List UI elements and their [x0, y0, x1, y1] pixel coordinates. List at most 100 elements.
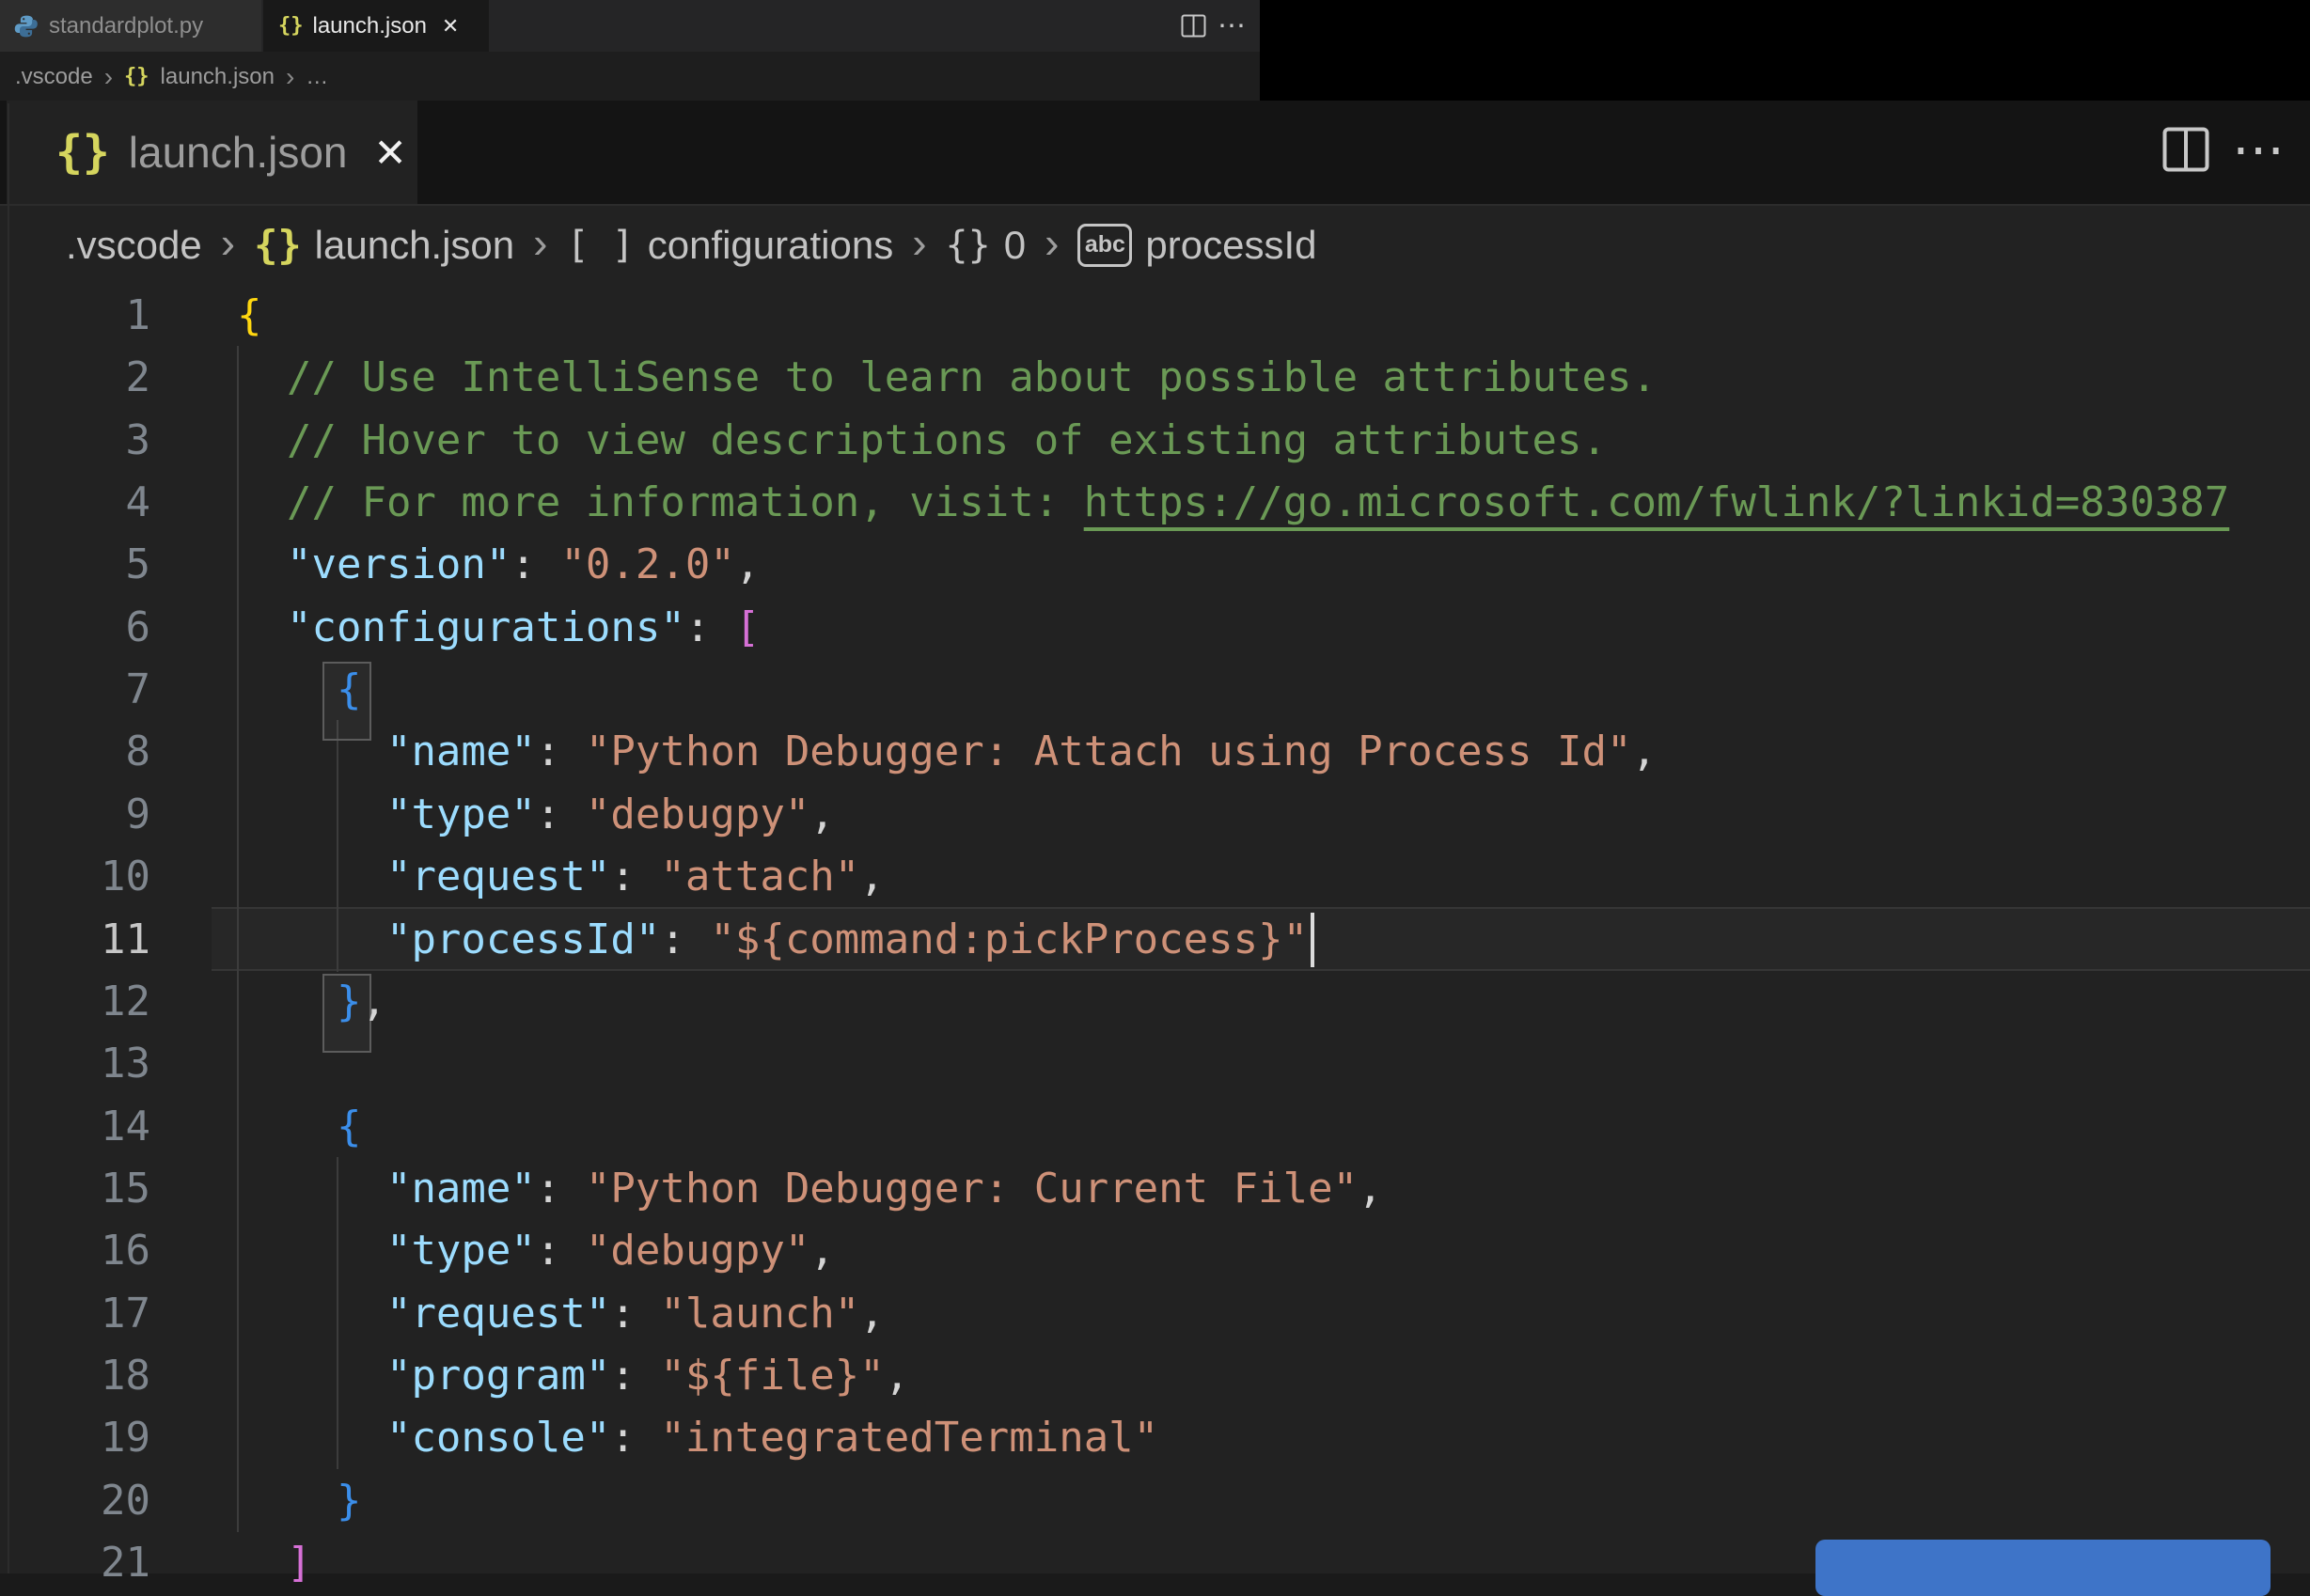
breadcrumb-small: .vscode › {} launch.json › …: [0, 52, 1260, 102]
tab-label: launch.json: [312, 12, 427, 39]
vscode-window: standardplot.py {} launch.json ✕ ⋯ .vsco…: [0, 0, 2310, 1596]
close-tab-icon[interactable]: ✕: [374, 130, 407, 176]
editor-actions-large: ⋯: [2162, 123, 2288, 176]
line-number: 17: [101, 1289, 150, 1338]
line-number: 15: [101, 1164, 150, 1213]
line-number: 6: [125, 602, 151, 651]
big-tab-bar: {} launch.json ✕ ⋯: [0, 101, 2310, 206]
breadcrumb-file[interactable]: launch.json: [161, 64, 275, 90]
tab-standardplot-py[interactable]: standardplot.py: [0, 0, 262, 52]
tab-launch-json-large[interactable]: {} launch.json ✕: [7, 101, 417, 204]
line-content: // Hover to view descriptions of existin…: [286, 415, 1607, 464]
code-line-20: 20 }: [0, 1469, 2310, 1532]
chevron-right-icon: ›: [220, 217, 236, 267]
breadcrumb-item-0[interactable]: {} 0: [946, 223, 1027, 268]
close-tab-icon[interactable]: ✕: [442, 14, 459, 39]
array-symbol-icon: [ ]: [566, 223, 635, 267]
chevron-right-icon: ›: [533, 217, 548, 267]
code-line-12: 12 },: [0, 970, 2310, 1033]
chevron-right-icon: ›: [103, 61, 114, 91]
line-number: 1: [125, 291, 151, 339]
braces-symbol-icon: {}: [945, 223, 991, 267]
line-content: // Use IntelliSense to learn about possi…: [286, 353, 1657, 402]
line-number: 10: [101, 853, 150, 901]
line-number: 9: [125, 790, 151, 838]
breadcrumb-label: processId: [1145, 222, 1317, 267]
line-number: 11: [101, 915, 150, 963]
black-unrendered-region: [1260, 0, 2310, 102]
python-icon: [13, 13, 39, 39]
code-line-17: 17 "request": "launch",: [0, 1282, 2310, 1345]
json-braces-icon: {}: [55, 126, 110, 179]
breadcrumb-label: launch.json: [314, 222, 515, 267]
line-content: "name": "Python Debugger: Attach using P…: [385, 728, 1657, 776]
small-tab-bar: standardplot.py {} launch.json ✕ ⋯: [0, 0, 1260, 52]
breadcrumb-item-processid[interactable]: abc processId: [1077, 222, 1317, 268]
line-number: 4: [125, 478, 151, 527]
code-line-9: 9 "type": "debugpy",: [0, 783, 2310, 846]
code-line-5: 5 "version": "0.2.0",: [0, 533, 2310, 596]
line-number: 21: [101, 1539, 150, 1587]
code-line-4: 4 // For more information, visit: https:…: [0, 471, 2310, 534]
line-content: "console": "integratedTerminal": [385, 1414, 1159, 1463]
line-number: 19: [101, 1414, 150, 1463]
more-actions-icon[interactable]: ⋯: [1218, 11, 1248, 40]
line-number: 3: [125, 415, 151, 464]
breadcrumb-item-vscode[interactable]: .vscode: [66, 223, 202, 268]
line-content: {: [336, 665, 362, 714]
code-line-18: 18 "program": "${file}",: [0, 1344, 2310, 1407]
line-content: "name": "Python Debugger: Current File",: [385, 1164, 1383, 1213]
line-content: "version": "0.2.0",: [286, 540, 761, 589]
breadcrumb-item-launchjson[interactable]: {} launch.json: [254, 222, 514, 268]
line-number: 5: [125, 540, 151, 589]
split-editor-icon[interactable]: [2162, 127, 2209, 172]
breadcrumb-large: .vscode › {} launch.json › [ ] configurations ›…: [0, 206, 2310, 284]
line-number: 14: [101, 1102, 150, 1150]
breadcrumb-label: .vscode: [66, 222, 202, 267]
tab-label: standardplot.py: [49, 12, 204, 39]
code-line-16: 16 "type": "debugpy",: [0, 1219, 2310, 1282]
line-content: "configurations": [: [286, 602, 761, 651]
line-content: // For more information, visit: https://…: [286, 478, 2230, 527]
json-braces-icon: {}: [124, 65, 149, 88]
breadcrumb-folder[interactable]: .vscode: [15, 64, 93, 90]
tab-label: launch.json: [128, 128, 348, 177]
code-line-3: 3 // Hover to view descriptions of exist…: [0, 409, 2310, 472]
line-number: 8: [125, 728, 151, 776]
chevron-right-icon: ›: [285, 61, 295, 91]
code-line-1: 1{: [0, 284, 2310, 347]
breadcrumb-label: configurations: [647, 222, 894, 267]
line-content: "request": "attach",: [385, 853, 885, 901]
breadcrumb-collapsed[interactable]: …: [306, 64, 328, 90]
code-line-7: 7 {: [0, 658, 2310, 721]
code-line-2: 2 // Use IntelliSense to learn about pos…: [0, 346, 2310, 409]
line-number: 16: [101, 1227, 150, 1275]
more-actions-icon[interactable]: ⋯: [2232, 123, 2288, 176]
add-configuration-button[interactable]: [1815, 1540, 2271, 1596]
line-number: 18: [101, 1351, 150, 1400]
split-editor-icon[interactable]: [1181, 14, 1206, 38]
breadcrumb-label: 0: [1003, 222, 1027, 267]
line-content: "type": "debugpy",: [385, 790, 835, 838]
chevron-right-icon: ›: [912, 217, 927, 267]
line-number: 7: [125, 665, 151, 714]
tab-launch-json[interactable]: {} launch.json ✕: [263, 0, 489, 52]
code-line-13: 13: [0, 1032, 2310, 1095]
line-content: }: [336, 1476, 362, 1525]
code-line-15: 15 "name": "Python Debugger: Current Fil…: [0, 1157, 2310, 1220]
line-content: "request": "launch",: [385, 1289, 885, 1338]
code-line-19: 19 "console": "integratedTerminal": [0, 1406, 2310, 1469]
json-braces-icon: {}: [278, 14, 304, 38]
breadcrumb-item-configurations[interactable]: [ ] configurations: [566, 223, 893, 268]
line-content: "processId": "${command:pickProcess}": [385, 915, 1309, 963]
editor-actions-small: ⋯: [1181, 0, 1260, 52]
code-line-8: 8 "name": "Python Debugger: Attach using…: [0, 720, 2310, 783]
code-line-14: 14 {: [0, 1095, 2310, 1158]
braces-symbol-icon: {}: [254, 222, 302, 268]
code-editor[interactable]: 1{2 // Use IntelliSense to learn about p…: [0, 284, 2310, 1587]
text-cursor: [1311, 913, 1314, 967]
line-number: 20: [101, 1476, 150, 1525]
line-content: "type": "debugpy",: [385, 1227, 835, 1275]
code-line-6: 6 "configurations": [: [0, 596, 2310, 659]
line-number: 13: [101, 1040, 150, 1088]
